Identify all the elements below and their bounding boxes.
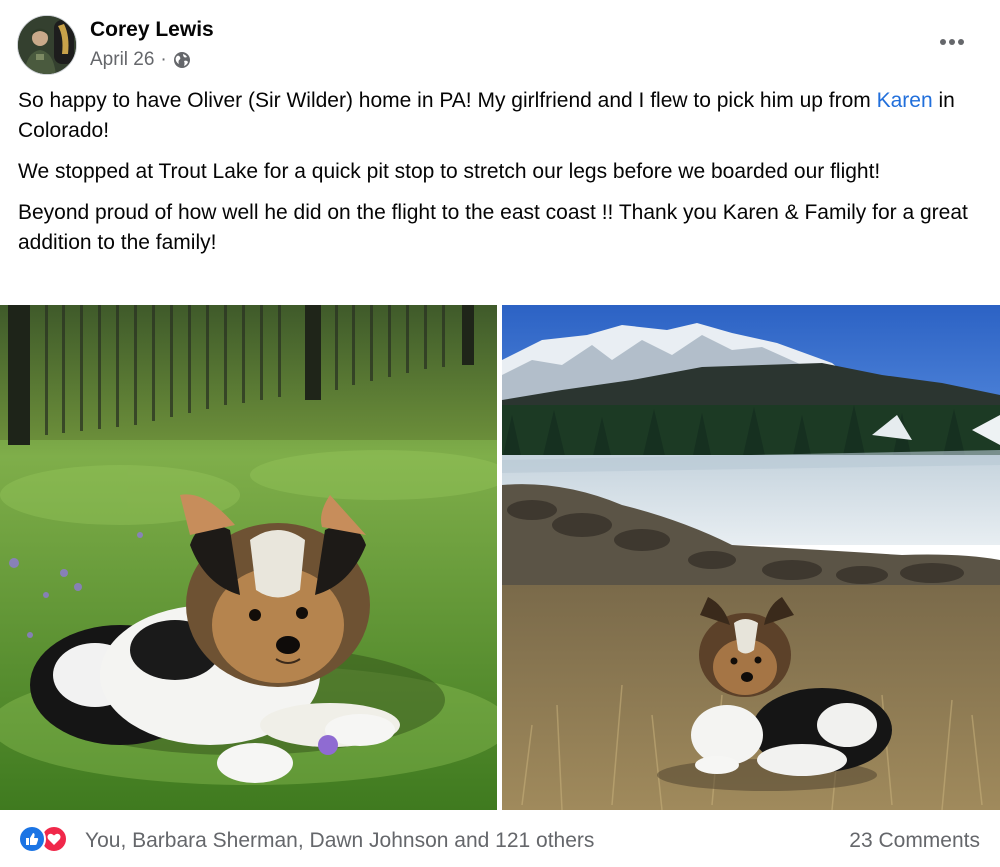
comments-count[interactable]: 23 Comments — [849, 829, 980, 853]
meta-separator: · — [160, 49, 167, 70]
like-icon — [18, 825, 46, 853]
puppy-at-trout-lake-photo[interactable] — [502, 305, 1000, 810]
puppy-on-grass-photo[interactable] — [0, 305, 497, 810]
mention-link-karen[interactable]: Karen — [877, 89, 933, 112]
post-paragraph-3: Beyond proud of how well he did on the f… — [18, 201, 968, 254]
author-name[interactable]: Corey Lewis — [90, 18, 214, 42]
more-options-icon — [940, 39, 964, 45]
post-date[interactable]: April 26 — [90, 49, 154, 71]
author-avatar[interactable] — [17, 15, 77, 75]
reactors-summary[interactable]: You, Barbara Sherman, Dawn Johnson and 1… — [85, 829, 594, 853]
globe-icon — [173, 51, 191, 69]
more-options-button[interactable] — [930, 26, 974, 58]
post-meta: April 26 · — [90, 49, 191, 71]
post-paragraph-1: So happy to have Oliver (Sir Wilder) hom… — [18, 86, 983, 146]
paragraph-text: So happy to have Oliver (Sir Wilder) hom… — [18, 89, 877, 112]
post-text: So happy to have Oliver (Sir Wilder) hom… — [18, 86, 983, 269]
reaction-icons[interactable] — [18, 825, 68, 853]
post-card: Corey Lewis April 26 · So happy to have … — [0, 0, 1000, 867]
post-paragraph-2: We stopped at Trout Lake for a quick pit… — [18, 160, 881, 183]
